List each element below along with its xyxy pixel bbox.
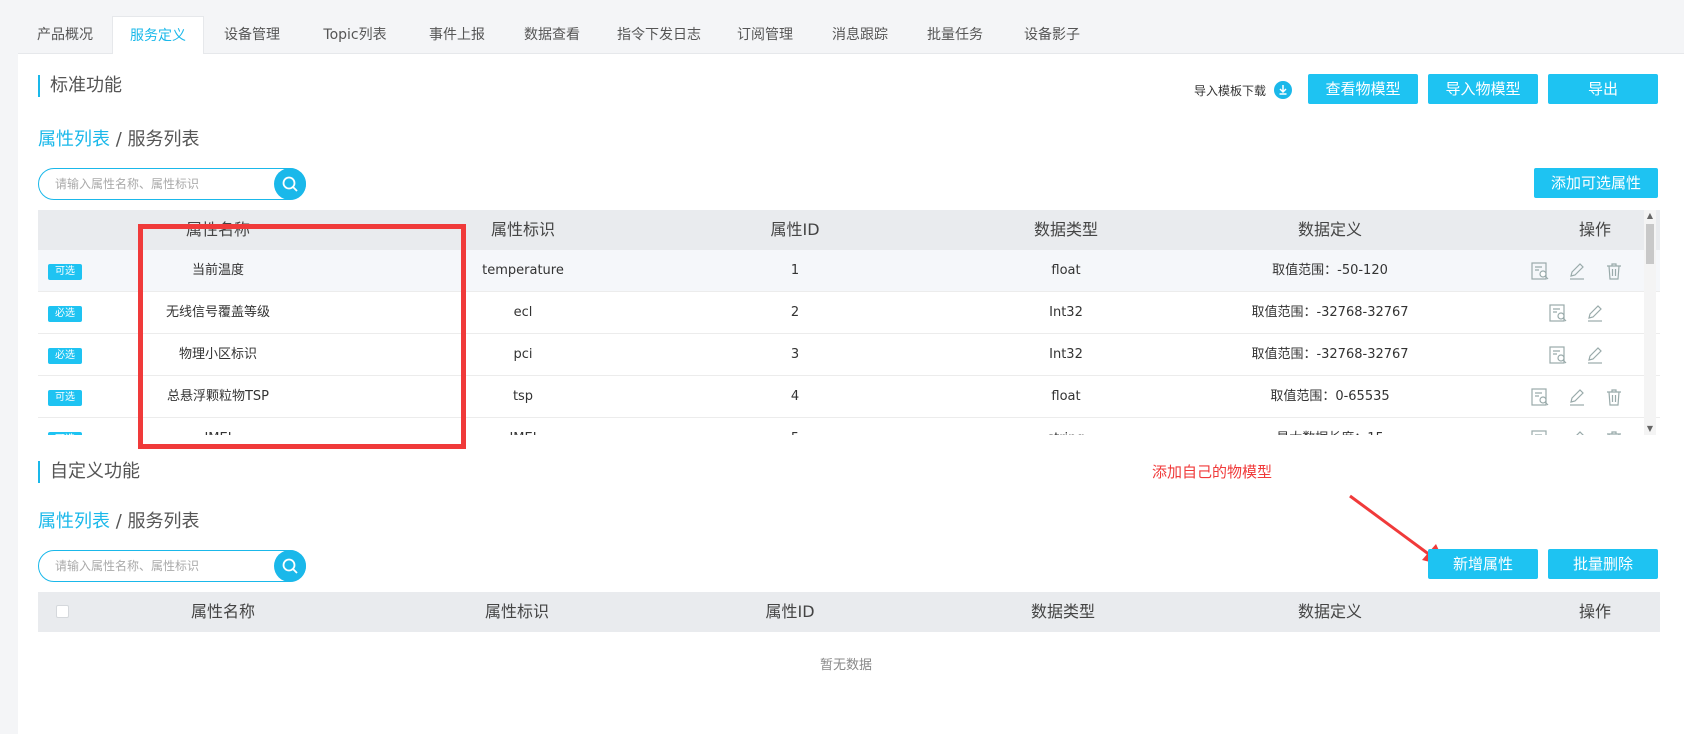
tab-device-shadow[interactable]: 设备影子 bbox=[1002, 16, 1102, 54]
import-model-button[interactable]: 导入物模型 bbox=[1428, 74, 1538, 104]
custom-search-box bbox=[38, 550, 306, 582]
search-icon bbox=[282, 558, 298, 574]
tab-product-overview[interactable]: 产品概况 bbox=[18, 16, 112, 54]
edit-pencil-icon[interactable] bbox=[1567, 429, 1587, 435]
scroll-up-arrow[interactable]: ▲ bbox=[1646, 212, 1654, 220]
breadcrumb-separator: / bbox=[110, 129, 128, 150]
tab-event-report[interactable]: 事件上报 bbox=[410, 16, 504, 54]
tab-data-view[interactable]: 数据查看 bbox=[504, 16, 600, 54]
col-operation: 操作 bbox=[1578, 602, 1611, 621]
col-data-definition: 数据定义 bbox=[1297, 602, 1362, 621]
standard-breadcrumb: 属性列表 / 服务列表 bbox=[38, 125, 200, 151]
cell-attr-id: 3 bbox=[790, 347, 800, 362]
cell-attr-id: 4 bbox=[790, 389, 800, 404]
cell-data-definition: 最大数据长度：15 bbox=[1220, 418, 1440, 435]
tab-command-log[interactable]: 指令下发日志 bbox=[600, 16, 718, 54]
view-detail-icon[interactable] bbox=[1548, 345, 1568, 365]
cell-data-type: Int32 bbox=[1049, 305, 1083, 320]
edit-pencil-icon[interactable] bbox=[1567, 261, 1587, 281]
trash-icon[interactable] bbox=[1604, 429, 1624, 435]
tab-service-definition[interactable]: 服务定义 bbox=[112, 16, 204, 55]
service-list-label[interactable]: 服务列表 bbox=[128, 511, 200, 532]
optional-tag: 可选 bbox=[48, 432, 82, 435]
custom-breadcrumb: 属性列表 / 服务列表 bbox=[38, 507, 200, 533]
trash-icon[interactable] bbox=[1604, 387, 1624, 407]
empty-state-text: 暂无数据 bbox=[820, 658, 873, 673]
breadcrumb-separator: / bbox=[110, 511, 128, 532]
attribute-list-link[interactable]: 属性列表 bbox=[38, 511, 110, 532]
cell-data-definition: 取值范围：0-65535 bbox=[1270, 389, 1390, 404]
cell-attr-id: 5 bbox=[705, 418, 885, 435]
cell-data-type: float bbox=[1051, 263, 1081, 278]
edit-pencil-icon[interactable] bbox=[1567, 387, 1587, 407]
standard-section-title: 标准功能 bbox=[38, 75, 122, 97]
custom-section-title: 自定义功能 bbox=[38, 461, 140, 483]
batch-delete-button[interactable]: 批量删除 bbox=[1548, 549, 1658, 579]
select-all-checkbox[interactable] bbox=[56, 605, 69, 618]
tab-topic-list[interactable]: Topic列表 bbox=[300, 16, 410, 54]
view-detail-icon[interactable] bbox=[1530, 261, 1550, 281]
col-attr-id: 属性ID bbox=[765, 602, 815, 621]
cell-attr-id: 1 bbox=[790, 263, 800, 278]
service-list-label[interactable]: 服务列表 bbox=[128, 129, 200, 150]
view-detail-icon[interactable] bbox=[1530, 429, 1550, 435]
tab-bar: 产品概况 服务定义 设备管理 Topic列表 事件上报 数据查看 指令下发日志 … bbox=[18, 16, 1684, 55]
col-attr-name: 属性名称 bbox=[190, 602, 255, 621]
view-detail-icon[interactable] bbox=[1530, 387, 1550, 407]
edit-pencil-icon[interactable] bbox=[1585, 303, 1605, 323]
tab-message-trace[interactable]: 消息跟踪 bbox=[812, 16, 908, 54]
custom-table-header: 属性名称 属性标识 属性ID 数据类型 数据定义 操作 bbox=[38, 592, 1660, 632]
tab-batch-task[interactable]: 批量任务 bbox=[908, 16, 1002, 54]
view-model-button[interactable]: 查看物模型 bbox=[1308, 74, 1418, 104]
cell-data-definition: 取值范围：-32768-32767 bbox=[1251, 347, 1409, 362]
content-panel: 标准功能 导入模板下载 查看物模型 导入物模型 导出 属性列表 / 服务列表 添… bbox=[18, 54, 1684, 734]
required-tag: 必选 bbox=[48, 348, 82, 364]
annotation-text: 添加自己的物模型 bbox=[1152, 463, 1273, 481]
cell-data-type: string bbox=[976, 418, 1156, 435]
download-icon[interactable] bbox=[1274, 81, 1292, 99]
add-optional-attribute-button[interactable]: 添加可选属性 bbox=[1534, 168, 1658, 198]
add-attribute-button[interactable]: 新增属性 bbox=[1428, 549, 1538, 579]
scrollbar-thumb[interactable] bbox=[1646, 224, 1654, 264]
col-operation: 操作 bbox=[1578, 220, 1611, 239]
tab-subscription[interactable]: 订阅管理 bbox=[718, 16, 812, 54]
col-data-definition: 数据定义 bbox=[1297, 220, 1362, 239]
col-data-type: 数据类型 bbox=[1033, 220, 1098, 239]
edit-pencil-icon[interactable] bbox=[1585, 345, 1605, 365]
custom-search-button[interactable] bbox=[274, 550, 306, 582]
optional-tag: 可选 bbox=[48, 264, 82, 280]
standard-search-input[interactable] bbox=[55, 174, 265, 194]
export-button[interactable]: 导出 bbox=[1548, 74, 1658, 104]
highlight-box bbox=[138, 224, 466, 449]
view-detail-icon[interactable] bbox=[1548, 303, 1568, 323]
search-icon bbox=[282, 176, 298, 192]
cell-data-definition: 取值范围：-32768-32767 bbox=[1251, 305, 1409, 320]
tab-device-management[interactable]: 设备管理 bbox=[204, 16, 300, 54]
trash-icon[interactable] bbox=[1604, 261, 1624, 281]
scroll-down-arrow[interactable]: ▼ bbox=[1646, 425, 1654, 433]
cell-data-definition: 取值范围：-50-120 bbox=[1272, 263, 1388, 278]
cell-data-type: float bbox=[1051, 389, 1081, 404]
page: 产品概况 服务定义 设备管理 Topic列表 事件上报 数据查看 指令下发日志 … bbox=[0, 0, 1684, 734]
standard-table-scrollbar[interactable]: ▲ ▼ bbox=[1644, 210, 1656, 435]
custom-search-input[interactable] bbox=[55, 556, 265, 576]
col-attr-identifier: 属性标识 bbox=[484, 602, 549, 621]
standard-search-box bbox=[38, 168, 306, 200]
col-data-type: 数据类型 bbox=[1030, 602, 1095, 621]
attribute-list-link[interactable]: 属性列表 bbox=[38, 129, 110, 150]
required-tag: 必选 bbox=[48, 306, 82, 322]
cell-attr-id: 2 bbox=[790, 305, 800, 320]
standard-search-button[interactable] bbox=[274, 168, 306, 200]
col-attr-id: 属性ID bbox=[770, 220, 820, 239]
optional-tag: 可选 bbox=[48, 390, 82, 406]
download-template-link[interactable]: 导入模板下载 bbox=[1194, 82, 1266, 99]
cell-data-type: Int32 bbox=[1049, 347, 1083, 362]
